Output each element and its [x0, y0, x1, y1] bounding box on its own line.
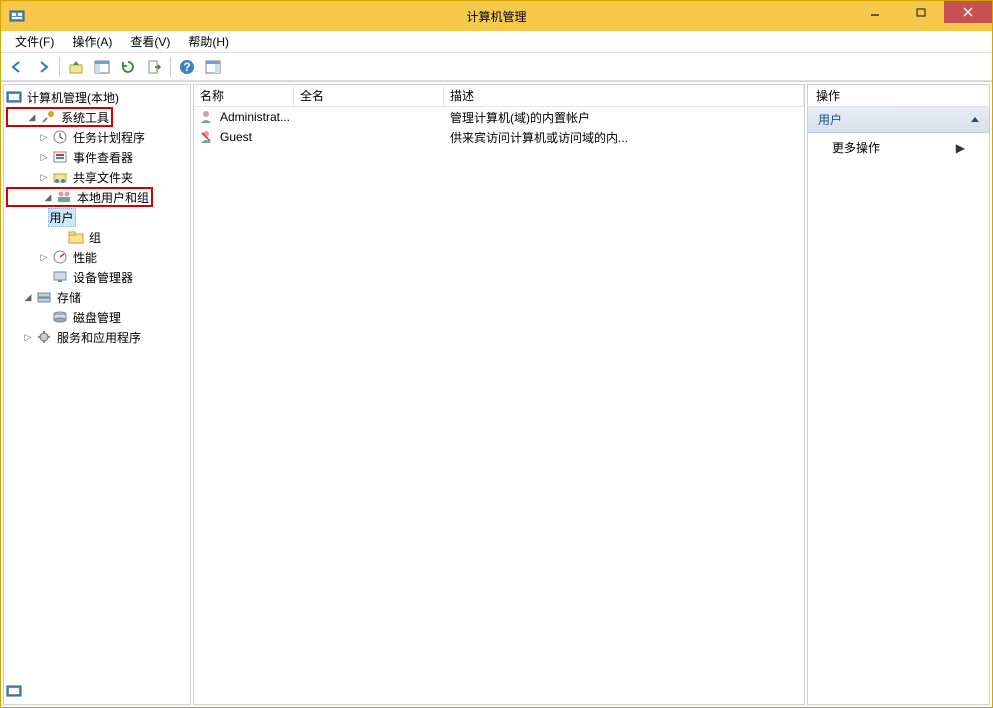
- tree-device-manager-label: 设备管理器: [71, 269, 135, 286]
- collapse-icon[interactable]: ◢: [26, 111, 38, 123]
- tree-pane: 计算机管理(本地) ◢ 系统工具 ▷ 任务计划程序 ▷ 事件查看器 ▷ 共享文件: [3, 84, 191, 705]
- users-groups-icon: [56, 189, 72, 205]
- menu-help[interactable]: 帮助(H): [180, 31, 237, 52]
- spacer: [38, 271, 50, 283]
- tree-system-tools[interactable]: ◢ 系统工具: [6, 107, 113, 127]
- tree-storage[interactable]: ◢ 存储: [4, 287, 190, 307]
- forward-button[interactable]: [31, 55, 55, 79]
- up-button[interactable]: [64, 55, 88, 79]
- tree-performance[interactable]: ▷ 性能: [4, 247, 190, 267]
- tree-local-users-groups[interactable]: ◢ 本地用户和组: [6, 187, 153, 207]
- tree-performance-label: 性能: [71, 249, 99, 266]
- export-button[interactable]: [142, 55, 166, 79]
- tree-system-tools-label: 系统工具: [59, 109, 111, 126]
- column-headers: 名称 全名 描述: [194, 85, 804, 107]
- tree-device-manager[interactable]: 设备管理器: [4, 267, 190, 287]
- spacer: [54, 231, 66, 243]
- expand-icon[interactable]: ▷: [22, 331, 34, 343]
- app-icon: [9, 8, 25, 24]
- tree-services-apps-label: 服务和应用程序: [55, 329, 143, 346]
- collapse-icon[interactable]: ◢: [22, 291, 34, 303]
- computer-icon: [6, 89, 22, 105]
- back-button[interactable]: [5, 55, 29, 79]
- tree-users-label: 用户: [48, 208, 76, 227]
- actions-pane: 操作 用户 更多操作 ▶: [807, 84, 990, 705]
- storage-icon: [36, 289, 52, 305]
- actions-section-label: 用户: [818, 111, 842, 128]
- actions-more-label: 更多操作: [832, 139, 880, 156]
- tree-event-viewer-label: 事件查看器: [71, 149, 135, 166]
- tree-task-scheduler[interactable]: ▷ 任务计划程序: [4, 127, 190, 147]
- tree-shared-folders-label: 共享文件夹: [71, 169, 135, 186]
- menu-file[interactable]: 文件(F): [7, 31, 62, 52]
- list-rows: Administrat... 管理计算机(域)的内置帐户 Guest 供来宾访问…: [194, 107, 804, 704]
- user-icon: [198, 109, 214, 125]
- expand-icon[interactable]: ▷: [38, 131, 50, 143]
- tree-storage-label: 存储: [55, 289, 83, 306]
- column-fullname[interactable]: 全名: [294, 85, 444, 106]
- folder-icon: 用户: [54, 209, 70, 225]
- tools-icon: [40, 109, 56, 125]
- tree-local-users-groups-label: 本地用户和组: [75, 189, 151, 206]
- user-description: 管理计算机(域)的内置帐户: [444, 109, 804, 126]
- tree-shared-folders[interactable]: ▷ 共享文件夹: [4, 167, 190, 187]
- show-hide-tree-button[interactable]: [90, 55, 114, 79]
- tree-disk-management[interactable]: 磁盘管理: [4, 307, 190, 327]
- clock-icon: [52, 129, 68, 145]
- window-title: 计算机管理: [466, 8, 526, 25]
- properties-button[interactable]: [201, 55, 225, 79]
- toolbar-separator: [59, 57, 60, 77]
- user-name: Guest: [220, 130, 252, 144]
- titlebar: 计算机管理: [1, 1, 992, 31]
- refresh-button[interactable]: [116, 55, 140, 79]
- tree-users[interactable]: 用户: [4, 207, 190, 227]
- toolbar-separator: [170, 57, 171, 77]
- tree-root[interactable]: 计算机管理(本地): [4, 87, 190, 107]
- main-pane: 名称 全名 描述 Administrat... 管理计算机(域)的内置帐户 Gu…: [193, 84, 805, 705]
- minimize-button[interactable]: [852, 1, 898, 23]
- toolbar: ?: [1, 53, 992, 81]
- tree-services-apps[interactable]: ▷ 服务和应用程序: [4, 327, 190, 347]
- expand-icon[interactable]: ▷: [38, 251, 50, 263]
- chevron-up-icon: [971, 117, 979, 122]
- services-icon: [36, 329, 52, 345]
- menu-action[interactable]: 操作(A): [64, 31, 120, 52]
- column-name[interactable]: 名称: [194, 85, 294, 106]
- performance-icon: [52, 249, 68, 265]
- tree-disk-management-label: 磁盘管理: [71, 309, 123, 326]
- statusbar-app-icon: [6, 683, 22, 702]
- maximize-button[interactable]: [898, 1, 944, 23]
- close-button[interactable]: [944, 1, 992, 23]
- actions-more[interactable]: 更多操作 ▶: [808, 133, 989, 162]
- user-name: Administrat...: [220, 110, 290, 124]
- list-row[interactable]: Administrat... 管理计算机(域)的内置帐户: [194, 107, 804, 127]
- user-icon: [198, 129, 214, 145]
- spacer: [38, 311, 50, 323]
- tree-groups-label: 组: [87, 229, 103, 246]
- tree-event-viewer[interactable]: ▷ 事件查看器: [4, 147, 190, 167]
- folder-icon: [68, 229, 84, 245]
- disk-icon: [52, 309, 68, 325]
- svg-text:?: ?: [183, 60, 190, 74]
- expand-icon[interactable]: ▷: [38, 151, 50, 163]
- event-icon: [52, 149, 68, 165]
- tree-task-scheduler-label: 任务计划程序: [71, 129, 147, 146]
- collapse-icon[interactable]: ◢: [42, 191, 54, 203]
- column-description[interactable]: 描述: [444, 85, 804, 106]
- actions-section-users[interactable]: 用户: [808, 107, 989, 133]
- tree-root-label: 计算机管理(本地): [25, 89, 121, 106]
- menubar: 文件(F) 操作(A) 查看(V) 帮助(H): [1, 31, 992, 53]
- help-button[interactable]: ?: [175, 55, 199, 79]
- list-row[interactable]: Guest 供来宾访问计算机或访问域的内...: [194, 127, 804, 147]
- shared-folder-icon: [52, 169, 68, 185]
- device-manager-icon: [52, 269, 68, 285]
- tree-groups[interactable]: 组: [4, 227, 190, 247]
- actions-header: 操作: [808, 85, 989, 107]
- chevron-right-icon: ▶: [956, 141, 965, 155]
- expand-icon[interactable]: ▷: [38, 171, 50, 183]
- user-description: 供来宾访问计算机或访问域的内...: [444, 129, 804, 146]
- menu-view[interactable]: 查看(V): [122, 31, 178, 52]
